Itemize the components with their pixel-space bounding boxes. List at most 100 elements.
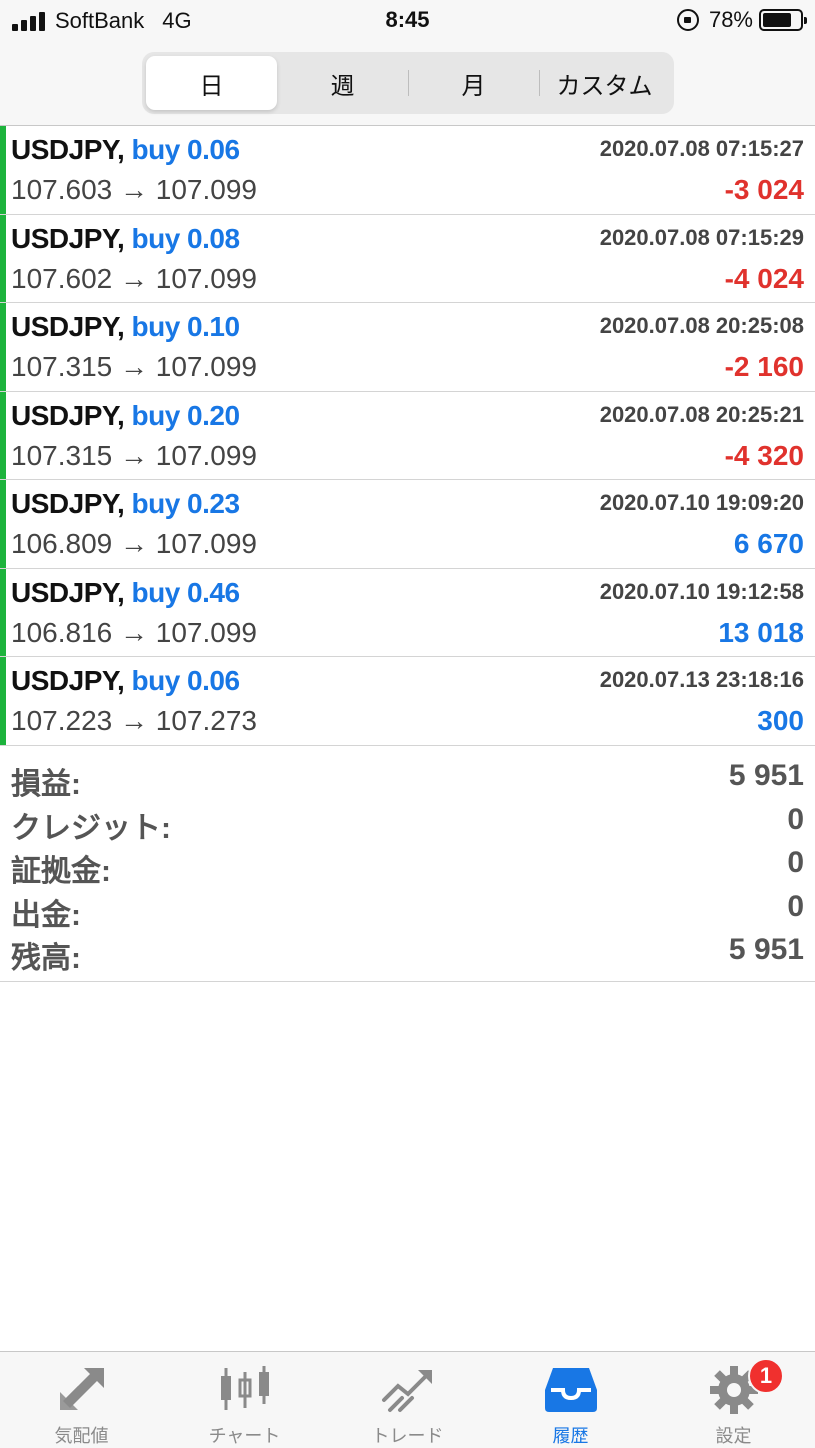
trade-symbol: USDJPY, — [11, 576, 125, 608]
trade-time: 2020.07.13 23:18:16 — [599, 667, 804, 692]
trade-symbol: USDJPY, — [11, 488, 125, 519]
tab-quotes[interactable]: 気配値 — [0, 1352, 163, 1448]
trade-row[interactable]: USDJPY, buy 0.08 2020.07.08 07:15:29 107… — [0, 214, 815, 303]
trade-symbol: USDJPY, — [11, 311, 125, 342]
trade-time: 2020.07.08 07:15:27 — [599, 136, 804, 161]
open-price: 106.816 — [11, 616, 113, 648]
open-price: 106.809 — [11, 528, 113, 559]
summary-withdrawal-row: 出金: 0 — [0, 886, 815, 932]
candlestick-chart-icon — [220, 1366, 269, 1410]
trade-side-volume: buy 0.08 — [131, 222, 241, 254]
history-header: 日 週 月 カスタム — [0, 42, 815, 126]
summary-credit-label: クレジット: — [11, 811, 171, 845]
trade-symbol: USDJPY, — [11, 399, 125, 431]
trade-profit: 13 018 — [718, 616, 804, 648]
history-summary: 損益: 5 951 クレジット: 0 証拠金: 0 出金: 0 残高: 5 95… — [0, 755, 815, 982]
trade-row[interactable]: USDJPY, buy 0.20 2020.07.08 20:25:21 107… — [0, 391, 815, 480]
tab-trade-label: トレード — [371, 1426, 444, 1446]
summary-profit-label: 損益: — [11, 768, 81, 801]
trade-symbol: USDJPY, — [11, 134, 125, 165]
trade-side-volume: buy 0.20 — [131, 399, 241, 431]
buy-marker — [0, 480, 6, 568]
buy-marker — [0, 657, 6, 745]
period-month-segment[interactable]: 月 — [408, 56, 539, 110]
tab-quotes-label: 気配値 — [54, 1426, 109, 1446]
trade-row[interactable]: USDJPY, buy 0.06 2020.07.08 07:15:27 107… — [0, 126, 815, 215]
arrow-icon: → — [120, 528, 148, 559]
period-day-segment[interactable]: 日 — [146, 56, 277, 110]
buy-marker — [0, 391, 6, 479]
trade-time: 2020.07.08 20:25:21 — [599, 401, 804, 427]
trade-profit: 6 670 — [733, 528, 804, 559]
tab-settings[interactable]: 1 設定 — [652, 1352, 815, 1448]
bottom-tab-bar: 気配値 チャート トレード 履歴 1 設定 — [0, 1351, 815, 1448]
trade-profit: -2 160 — [724, 351, 804, 382]
trade-row[interactable]: USDJPY, buy 0.10 2020.07.08 20:25:08 107… — [0, 303, 815, 392]
battery-percent: 78% — [708, 7, 753, 32]
close-price: 107.099 — [155, 262, 257, 294]
period-week-segment[interactable]: 週 — [277, 56, 408, 110]
buy-marker — [0, 126, 6, 214]
arrow-icon: → — [120, 439, 148, 471]
close-price: 107.099 — [155, 616, 257, 648]
status-bar-right: 78% — [676, 7, 807, 33]
trade-row[interactable]: USDJPY, buy 0.06 2020.07.13 23:18:16 107… — [0, 657, 815, 746]
trade-row[interactable]: USDJPY, buy 0.23 2020.07.10 19:09:20 106… — [0, 480, 815, 569]
battery-icon — [759, 9, 807, 31]
trade-profit: -4 320 — [724, 439, 804, 471]
open-price: 107.603 — [11, 174, 113, 205]
battery-level — [763, 13, 792, 27]
tab-history[interactable]: 履歴 — [489, 1352, 652, 1448]
close-price: 107.273 — [155, 705, 257, 736]
period-segmented-control: 日 週 月 カスタム — [142, 52, 674, 114]
close-price: 107.099 — [155, 528, 257, 559]
trade-profit: 300 — [757, 705, 804, 736]
tab-chart[interactable]: チャート — [163, 1352, 326, 1448]
orientation-lock-icon — [676, 9, 699, 31]
buy-marker — [0, 214, 6, 302]
trade-time: 2020.07.08 07:15:29 — [599, 224, 804, 250]
arrow-icon: → — [120, 705, 148, 736]
open-price: 107.315 — [11, 351, 113, 382]
summary-credit-value: 0 — [787, 802, 804, 836]
summary-withdrawal-value: 0 — [787, 889, 804, 923]
quotes-arrows-icon — [59, 1368, 104, 1410]
trade-side-volume: buy 0.06 — [131, 134, 241, 165]
close-price: 107.099 — [155, 351, 257, 382]
arrow-icon: → — [120, 616, 148, 648]
open-price: 107.223 — [11, 705, 113, 736]
trade-side-volume: buy 0.23 — [131, 488, 241, 519]
history-inbox-icon — [544, 1368, 597, 1412]
close-price: 107.099 — [155, 174, 257, 205]
summary-balance-label: 残高: — [11, 942, 81, 975]
summary-balance-value: 5 951 — [728, 933, 804, 966]
trade-time: 2020.07.10 19:12:58 — [599, 578, 804, 604]
close-price: 107.099 — [155, 439, 257, 471]
trade-symbol: USDJPY, — [11, 222, 125, 254]
trade-trend-icon — [381, 1370, 432, 1412]
notification-badge: 1 — [748, 1358, 784, 1394]
buy-marker — [0, 568, 6, 656]
arrow-icon: → — [120, 174, 148, 205]
open-price: 107.602 — [11, 262, 113, 294]
tab-chart-label: チャート — [208, 1426, 281, 1446]
trade-symbol: USDJPY, — [11, 665, 125, 696]
summary-deposit-label: 証拠金: — [11, 855, 111, 888]
tab-trade[interactable]: トレード — [326, 1352, 489, 1448]
summary-withdrawal-label: 出金: — [11, 898, 81, 932]
arrow-icon: → — [120, 262, 148, 294]
trade-profit: -4 024 — [724, 262, 804, 294]
trade-side-volume: buy 0.46 — [131, 576, 241, 608]
trade-side-volume: buy 0.10 — [131, 311, 241, 342]
period-custom-segment[interactable]: カスタム — [539, 56, 670, 110]
tab-history-label: 履歴 — [552, 1426, 589, 1446]
trade-time: 2020.07.08 20:25:08 — [599, 313, 804, 338]
open-price: 107.315 — [11, 439, 113, 471]
trade-row[interactable]: USDJPY, buy 0.46 2020.07.10 19:12:58 106… — [0, 568, 815, 657]
trade-side-volume: buy 0.06 — [131, 665, 241, 696]
tab-settings-label: 設定 — [715, 1426, 752, 1446]
arrow-icon: → — [120, 351, 148, 382]
summary-credit-row: クレジット: 0 — [0, 799, 815, 845]
buy-marker — [0, 303, 6, 391]
status-bar: SoftBank 4G 8:45 78% — [0, 0, 815, 42]
